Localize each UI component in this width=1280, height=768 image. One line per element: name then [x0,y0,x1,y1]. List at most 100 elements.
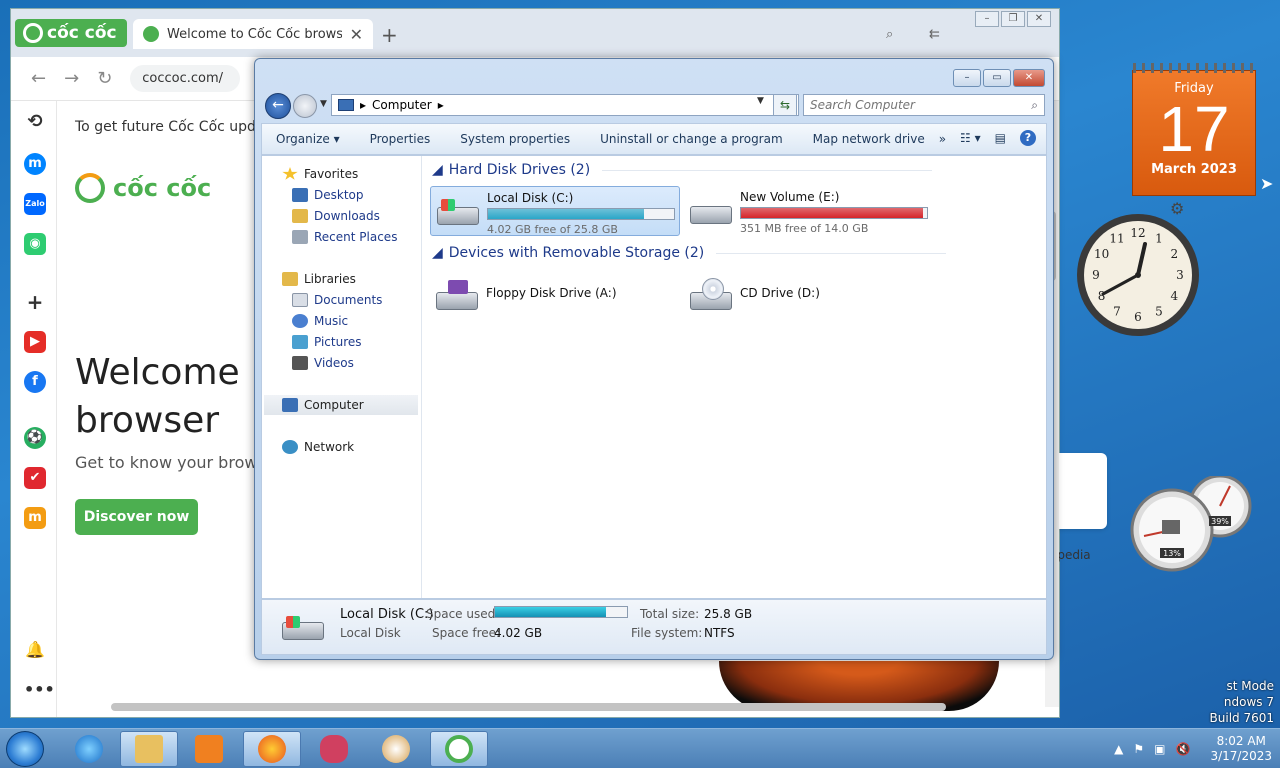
taskbar-firefox[interactable] [243,731,301,767]
taskbar-snipping[interactable] [305,731,363,767]
messenger-icon[interactable]: m [24,153,46,175]
group-removable-storage[interactable]: ◢ Devices with Removable Storage (2) [432,245,947,261]
drive-cd-d[interactable]: CD Drive (D:) [684,272,934,322]
more-icon[interactable]: ••• [24,679,55,701]
file-system-value: NTFS [704,626,735,640]
clock-gadget[interactable]: 1234567891011 12 [1075,212,1201,338]
nav-network[interactable]: Network [282,437,354,457]
sidebar-toggle-icon[interactable]: ⇇ [929,27,940,42]
close-tab-icon[interactable]: ✕ [350,25,363,44]
restore-button[interactable]: ❐ [1001,11,1025,27]
recent-pages-dropdown-icon[interactable]: ▼ [320,99,327,109]
preview-pane-icon[interactable]: ▤ [995,131,1006,145]
uninstall-button[interactable]: Uninstall or change a program [600,132,783,146]
games-icon[interactable]: ◉ [24,233,46,255]
network-icon [282,440,298,454]
history-icon[interactable]: ⟲ [24,111,46,133]
calendar-gadget[interactable]: Friday 17 March 2023 [1132,63,1256,196]
shop-icon[interactable]: m [24,507,46,529]
facebook-icon[interactable]: f [24,371,46,393]
properties-button[interactable]: Properties [370,132,431,146]
desktop-mode-line1: st Mode [1226,679,1274,693]
map-network-drive-button[interactable]: Map network drive [813,132,925,146]
action-center-flag-icon[interactable]: ⚑ [1133,742,1144,756]
coccoc-brand-button[interactable]: cốc cốc [15,19,127,47]
taskbar-paint[interactable] [367,731,425,767]
navigation-pane: Favorites Desktop Downloads Recent Place… [262,156,422,598]
back-arrow-icon[interactable]: ← [31,68,46,89]
tab-search-icon[interactable]: ⌕ [886,27,893,42]
browser-sidebar: ⟲ m Zalo ◉ + ▶ f ⚽ ✔ m 🔔 ••• [11,101,57,717]
browser-window-controls: – ❐ ✕ [975,11,1051,27]
taskbar-coccoc[interactable] [430,731,488,767]
drive-local-disk-c[interactable]: Local Disk (C:) 4.02 GB free of 25.8 GB [430,186,680,236]
browser-tabbar: cốc cốc Welcome to Cốc Cốc browse ✕ + ⌕ … [11,9,1059,57]
refresh-button[interactable]: ⇆ [773,94,797,116]
horizontal-scrollbar[interactable] [111,703,946,711]
taskbar-clock[interactable]: 8:02 AM 3/17/2023 [1210,734,1272,764]
nav-desktop[interactable]: Desktop [292,185,364,205]
nav-pictures[interactable]: Pictures [292,332,362,352]
coccoc-taskbar-icon [445,735,473,763]
nav-downloads[interactable]: Downloads [292,206,380,226]
breadcrumb-computer[interactable]: Computer [372,98,432,112]
more-toolbar-button[interactable]: » [939,132,946,146]
breadcrumb-separator-icon[interactable]: ▸ [360,98,366,112]
libraries-icon [282,272,298,286]
explorer-maximize-button[interactable]: ▭ [983,69,1011,87]
nav-computer[interactable]: Computer [264,395,418,415]
music-icon [292,314,308,328]
explorer-close-button[interactable]: ✕ [1013,69,1045,87]
network-tray-icon[interactable]: ▣ [1154,742,1165,756]
group-hard-disk-drives[interactable]: ◢ Hard Disk Drives (2) [432,162,933,178]
change-view-icon[interactable]: ☷ ▾ [960,131,981,145]
nav-documents[interactable]: Documents [292,290,382,310]
start-button[interactable] [6,731,44,767]
reload-icon[interactable]: ↻ [97,68,112,89]
address-field[interactable]: ▸ Computer ▸ [331,94,799,116]
organize-button[interactable]: Organize ▾ [276,132,340,146]
nav-libraries[interactable]: Libraries [282,269,356,289]
taskbar-explorer[interactable] [120,731,178,767]
minimize-button[interactable]: – [975,11,999,27]
drive-new-volume-e[interactable]: New Volume (E:) 351 MB free of 14.0 GB [684,186,934,236]
taskbar-ie[interactable] [60,731,118,767]
clock-numeral: 11 [1109,232,1124,246]
forward-arrow-icon[interactable]: → [64,68,79,89]
discover-now-button[interactable]: Discover now [75,499,198,535]
close-button[interactable]: ✕ [1027,11,1051,27]
address-dropdown-icon[interactable]: ▼ [757,96,764,106]
explorer-minimize-button[interactable]: – [953,69,981,87]
explorer-toolbar: Organize ▾ Properties System properties … [261,123,1047,155]
new-tab-button[interactable]: + [381,23,398,47]
breadcrumb-separator-icon[interactable]: ▸ [438,98,444,112]
football-icon[interactable]: ⚽ [24,427,46,449]
toolbar-view-icons: ☷ ▾ ▤ ? [960,130,1036,146]
forward-button[interactable] [293,94,317,118]
search-input[interactable] [810,98,1032,112]
show-hidden-icons[interactable]: ▲ [1114,742,1123,756]
url-field[interactable]: coccoc.com/ [130,65,241,92]
youtube-icon[interactable]: ▶ [24,331,46,353]
taskbar-media[interactable] [180,731,238,767]
tab-welcome[interactable]: Welcome to Cốc Cốc browse ✕ [133,19,373,49]
zalo-icon[interactable]: Zalo [24,193,46,215]
collapse-icon[interactable]: ◢ [432,162,443,178]
collapse-icon[interactable]: ◢ [432,245,443,261]
nav-recent-places[interactable]: Recent Places [292,227,397,247]
nav-videos[interactable]: Videos [292,353,354,373]
add-icon[interactable]: + [24,291,46,313]
cpu-meter-gadget[interactable]: 13% 39% [1130,476,1256,572]
notifications-icon[interactable]: 🔔 [24,639,46,661]
help-icon[interactable]: ? [1020,130,1036,146]
taskbar-date: 3/17/2023 [1210,749,1272,763]
todo-icon[interactable]: ✔ [24,467,46,489]
volume-muted-icon[interactable]: 🔇 [1176,742,1191,756]
system-properties-button[interactable]: System properties [460,132,570,146]
drive-floppy-a[interactable]: Floppy Disk Drive (A:) [430,272,680,322]
nav-favorites[interactable]: Favorites [282,164,358,184]
search-icon[interactable]: ⌕ [1031,98,1038,113]
back-button[interactable]: ← [265,93,291,119]
search-box[interactable]: ⌕ [803,94,1045,116]
nav-music[interactable]: Music [292,311,348,331]
